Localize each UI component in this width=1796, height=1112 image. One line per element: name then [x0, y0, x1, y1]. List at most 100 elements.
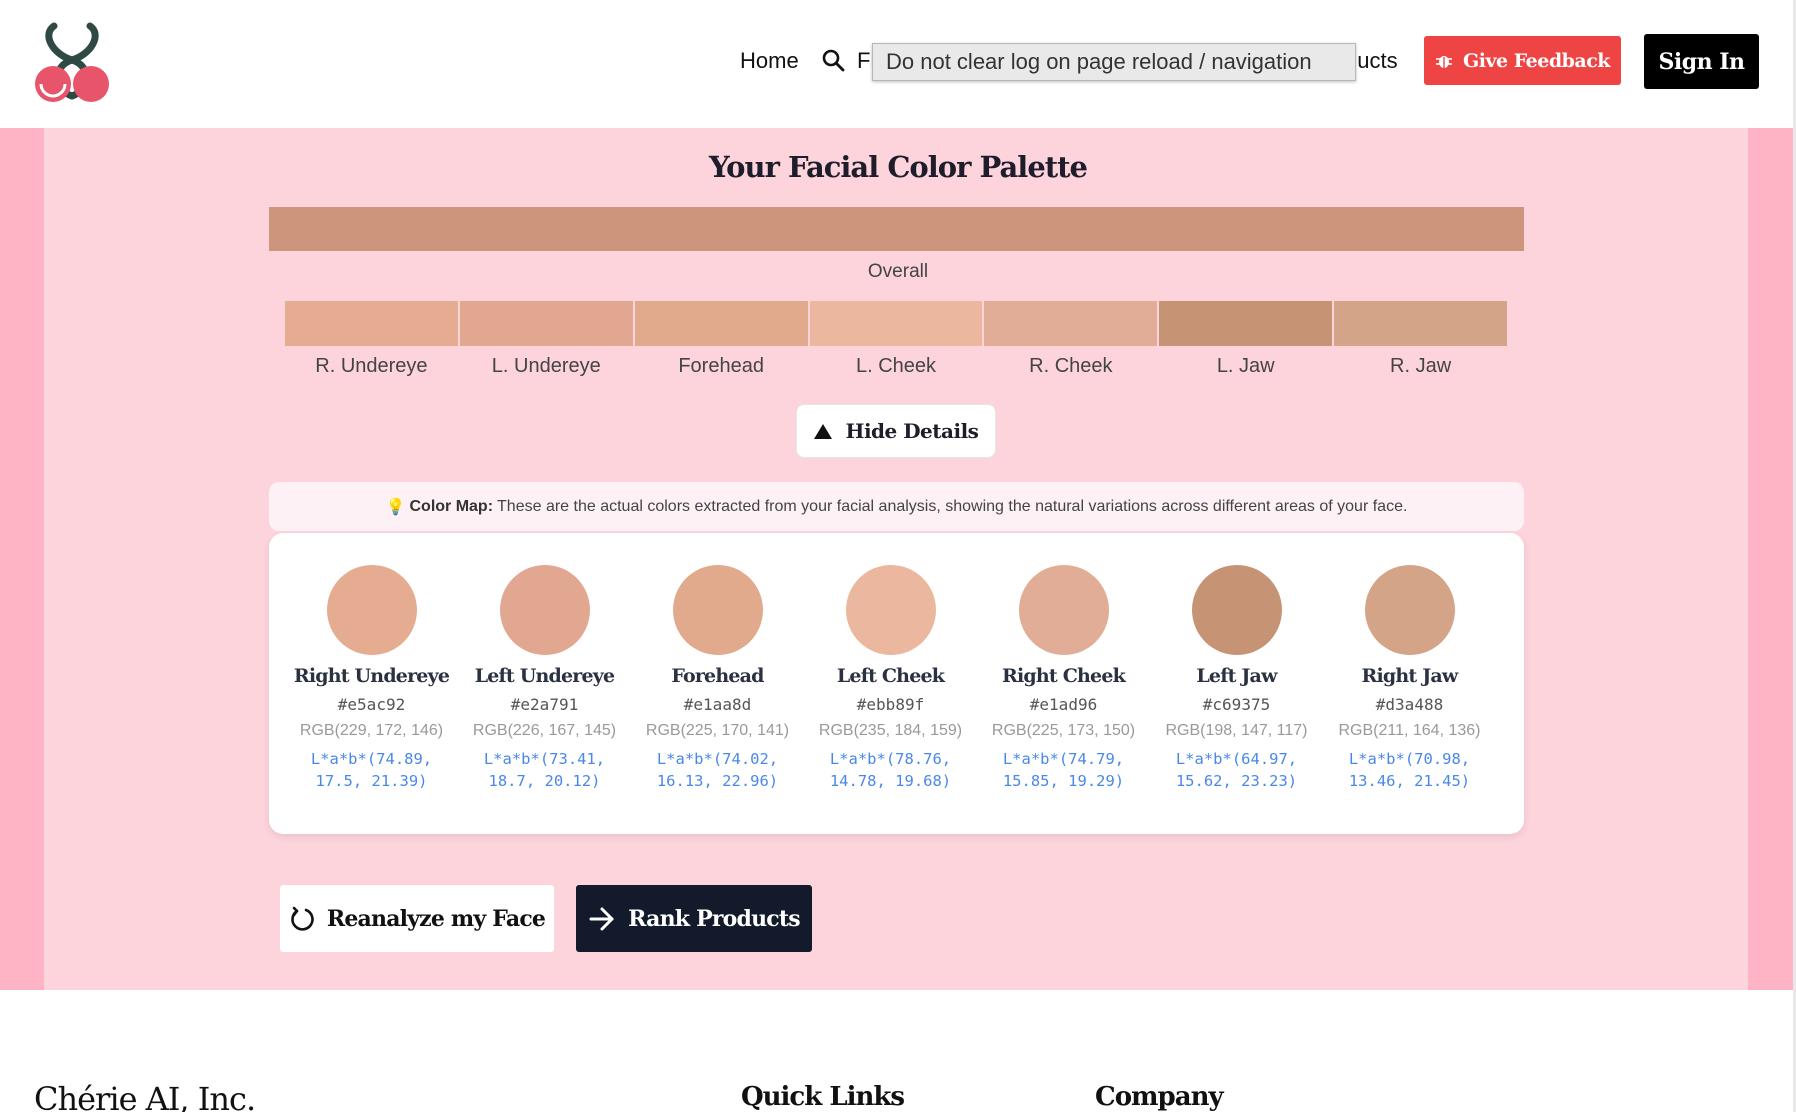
region-swatch-label: R. Jaw	[1390, 355, 1452, 377]
detail-lab-line: L*a*b*(78.76,	[829, 750, 952, 768]
detail-hex: #e2a791	[510, 695, 579, 714]
region-swatch-label: L. Undereye	[491, 355, 601, 377]
detail-hex: #e1aa8d	[683, 695, 752, 714]
region-swatch-color	[634, 301, 808, 346]
give-feedback-label: Give Feedback	[1463, 49, 1610, 72]
region-swatch-item: R. Cheek	[984, 301, 1158, 378]
palette-title: Your Facial Color Palette	[708, 150, 1088, 184]
color-detail: Right Cheek #e1ad96 RGB(225, 173, 150) L…	[977, 565, 1150, 792]
region-swatch-color	[459, 301, 633, 346]
detail-hex: #ebb89f	[856, 695, 925, 714]
color-detail: Forehead #e1aa8d RGB(225, 170, 141) L*a*…	[631, 565, 804, 792]
detail-lab: L*a*b*(74.02, 16.13, 22.96)	[631, 748, 804, 792]
color-detail: Left Jaw #c69375 RGB(198, 147, 117) L*a*…	[1150, 565, 1323, 792]
devtools-tooltip: Do not clear log on page reload / naviga…	[872, 43, 1356, 81]
color-detail: Right Undereye #e5ac92 RGB(229, 172, 146…	[285, 565, 458, 792]
detail-lab-line: 16.13, 22.96)	[656, 772, 779, 790]
footer-company-name: Chérie AI, Inc.	[34, 1080, 256, 1112]
color-circle	[326, 565, 417, 655]
footer-company-heading: Company	[1095, 1082, 1224, 1112]
region-swatch-item: L. Undereye	[459, 301, 633, 378]
color-detail: Right Jaw #d3a488 RGB(211, 164, 136) L*a…	[1323, 565, 1496, 792]
detail-lab-line: L*a*b*(74.02,	[656, 750, 779, 768]
overall-color-swatch	[269, 207, 1524, 251]
detail-lab-line: 15.62, 23.23)	[1175, 772, 1298, 790]
detail-rgb: RGB(198, 147, 117)	[1165, 722, 1308, 739]
color-circle	[845, 565, 936, 655]
overall-label: Overall	[867, 261, 929, 282]
detail-region-name: Right Undereye	[293, 665, 450, 687]
lightbulb-icon: 💡	[385, 498, 406, 516]
detail-hex: #e5ac92	[337, 695, 406, 714]
footer-quick-links-heading: Quick Links	[741, 1082, 905, 1112]
detail-rgb: RGB(229, 172, 146)	[299, 722, 444, 739]
region-swatch-color	[984, 301, 1158, 346]
region-swatches: R. Undereye L. Undereye Forehead L. Chee…	[285, 301, 1508, 378]
color-map-text: These are the actual colors extracted fr…	[497, 497, 1408, 515]
color-circle	[1018, 565, 1109, 655]
detail-region-name: Right Jaw	[1361, 665, 1459, 687]
bug-icon	[1436, 55, 1453, 68]
detail-region-name: Forehead	[671, 665, 764, 687]
region-swatch-color	[1159, 301, 1333, 346]
region-swatch-item: Forehead	[634, 301, 808, 378]
arrow-right-icon	[589, 907, 614, 930]
region-swatch-color	[809, 301, 983, 346]
detail-lab-line: L*a*b*(73.41,	[483, 750, 606, 768]
detail-lab-line: 18.7, 20.12)	[488, 772, 601, 790]
color-detail: Left Undereye #e2a791 RGB(226, 167, 145)…	[458, 565, 631, 792]
color-map-note: 💡 Color Map: These are the actual colors…	[269, 482, 1524, 531]
detail-hex: #d3a488	[1375, 695, 1444, 714]
site-header: Home Fi ducts Do not clear log on page r…	[0, 0, 1796, 128]
region-swatch-color	[1334, 301, 1508, 346]
region-swatch-color	[285, 301, 458, 346]
detail-lab-line: L*a*b*(74.79,	[1002, 750, 1125, 768]
detail-hex: #c69375	[1202, 695, 1271, 714]
detail-lab-line: L*a*b*(70.98,	[1348, 750, 1471, 768]
detail-region-name: Left Cheek	[836, 665, 945, 687]
color-map-heading: Color Map:	[409, 497, 494, 515]
refresh-icon	[291, 906, 314, 931]
detail-lab-line: L*a*b*(74.89,	[310, 750, 433, 768]
detail-region-name: Left Jaw	[1196, 665, 1277, 687]
color-circle	[672, 565, 763, 655]
rank-products-label: Rank Products	[628, 905, 800, 932]
reanalyze-label: Reanalyze my Face	[326, 905, 546, 932]
nav-home-link[interactable]: Home	[740, 48, 799, 74]
sign-in-button[interactable]: Sign In	[1644, 34, 1759, 89]
triangle-up-icon	[813, 423, 832, 439]
detail-lab-line: 13.46, 21.45)	[1348, 772, 1471, 790]
rank-products-button[interactable]: Rank Products	[576, 885, 812, 952]
give-feedback-button[interactable]: Give Feedback	[1424, 36, 1621, 85]
hide-details-label: Hide Details	[845, 419, 979, 443]
color-details-card: Right Undereye #e5ac92 RGB(229, 172, 146…	[269, 533, 1524, 834]
detail-rgb: RGB(211, 164, 136)	[1338, 722, 1481, 739]
detail-lab-line: L*a*b*(64.97,	[1175, 750, 1298, 768]
color-detail: Left Cheek #ebb89f RGB(235, 184, 159) L*…	[804, 565, 977, 792]
detail-rgb: RGB(235, 184, 159)	[818, 722, 963, 739]
detail-lab-line: 14.78, 19.68)	[829, 772, 952, 790]
color-circle	[499, 565, 590, 655]
search-icon[interactable]	[821, 48, 845, 72]
region-swatch-label: R. Undereye	[315, 355, 428, 377]
detail-rgb: RGB(225, 173, 150)	[991, 722, 1136, 739]
color-circle	[1364, 565, 1455, 655]
detail-rgb: RGB(226, 167, 145)	[472, 722, 617, 739]
region-swatch-label: Forehead	[678, 355, 764, 377]
region-swatch-label: L. Cheek	[855, 355, 937, 377]
reanalyze-face-button[interactable]: Reanalyze my Face	[280, 885, 554, 952]
detail-hex: #e1ad96	[1029, 695, 1098, 714]
region-swatch-label: R. Cheek	[1029, 355, 1113, 377]
cherry-logo-icon[interactable]	[32, 20, 112, 106]
detail-lab-line: 15.85, 19.29)	[1002, 772, 1125, 790]
detail-lab: L*a*b*(70.98, 13.46, 21.45)	[1323, 748, 1496, 792]
hide-details-button[interactable]: Hide Details	[796, 404, 996, 458]
region-swatch-item: L. Jaw	[1159, 301, 1333, 378]
detail-region-name: Right Cheek	[1002, 665, 1126, 687]
region-swatch-item: R. Jaw	[1334, 301, 1508, 378]
detail-lab: L*a*b*(74.79, 15.85, 19.29)	[977, 748, 1150, 792]
detail-rgb: RGB(225, 170, 141)	[645, 722, 790, 739]
detail-lab: L*a*b*(78.76, 14.78, 19.68)	[804, 748, 977, 792]
detail-lab: L*a*b*(74.89, 17.5, 21.39)	[285, 748, 458, 792]
color-circle	[1191, 565, 1282, 655]
